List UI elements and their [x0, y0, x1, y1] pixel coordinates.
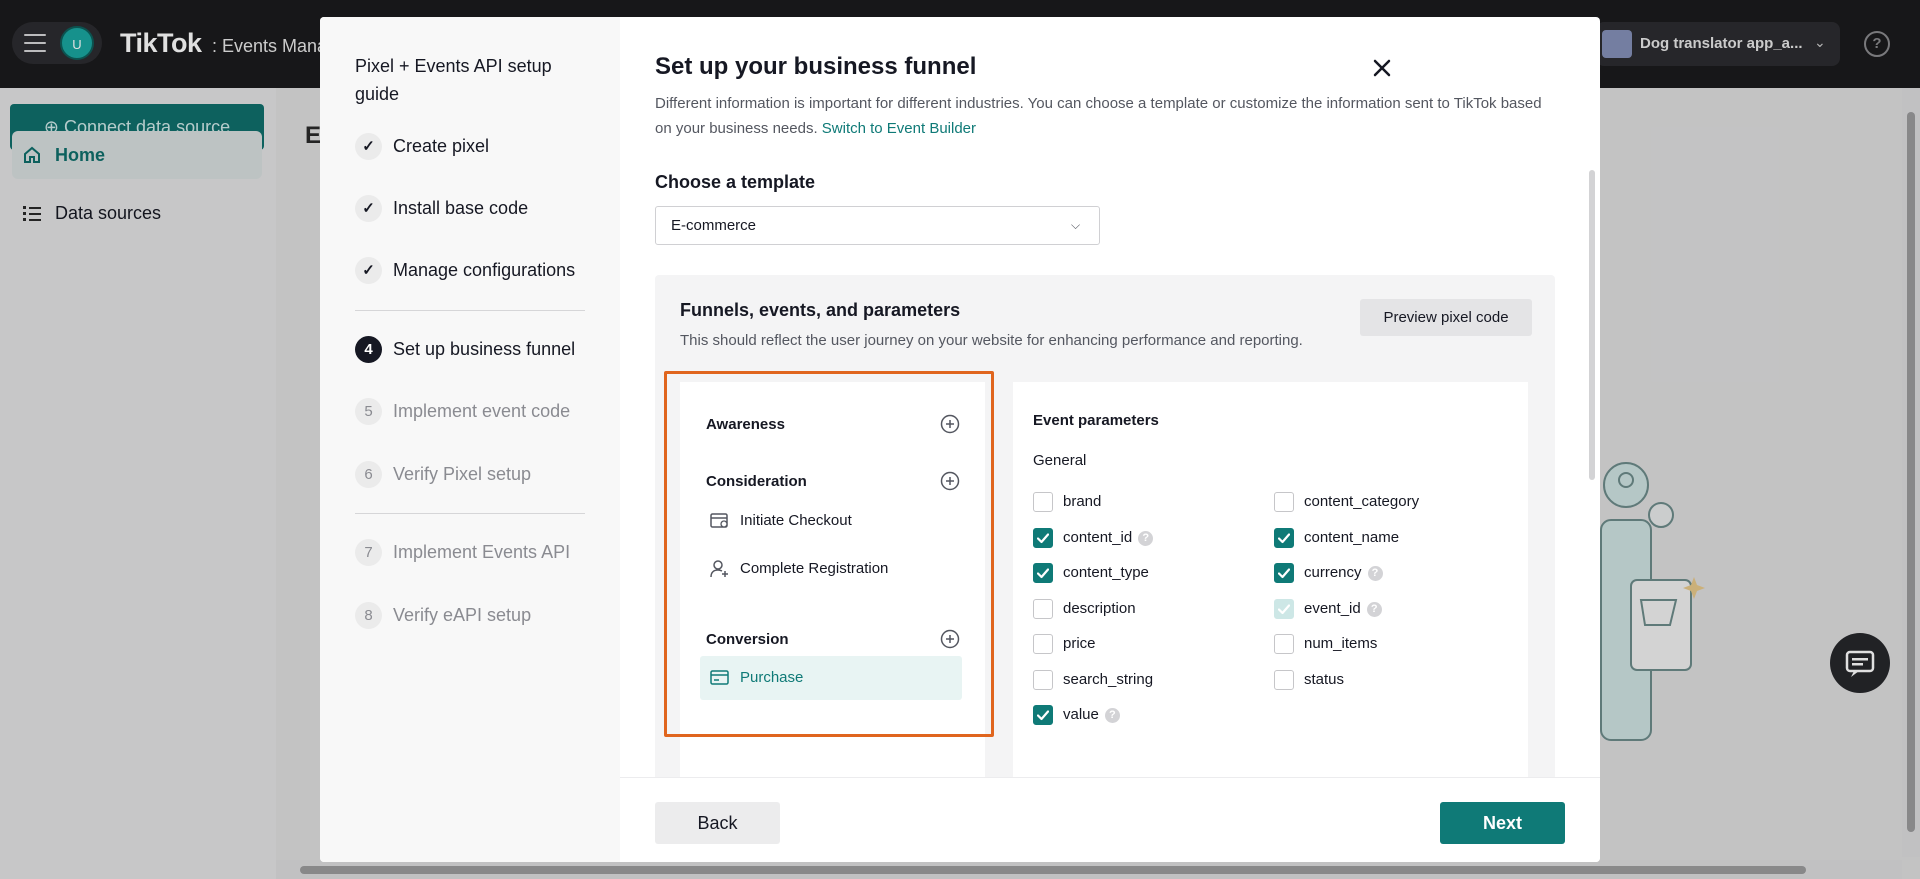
checkbox[interactable] [1033, 705, 1053, 725]
event-parameters-panel: Event parameters General brand content_ca… [1013, 382, 1528, 777]
param-brand[interactable]: brand [1033, 491, 1101, 513]
close-icon[interactable] [1367, 53, 1397, 83]
guide-title: Pixel + Events API setup guide [355, 56, 552, 104]
param-event-id[interactable]: event_id? [1274, 598, 1382, 620]
parameter-group-general: General [1033, 452, 1087, 469]
choose-template-label: Choose a template [655, 172, 816, 192]
step-implement-event-code: 5 Implement event code [355, 395, 570, 427]
help-icon[interactable]: ? [1366, 602, 1382, 617]
page-title: Set up your business funnel [655, 53, 977, 80]
step-create-pixel: ✓ Create pixel [355, 130, 489, 162]
template-select-value: E-commerce [671, 217, 757, 234]
param-content-type[interactable]: content_type [1033, 562, 1149, 584]
checkbox[interactable] [1033, 670, 1053, 690]
step-label: Manage configurations [393, 260, 576, 280]
checkbox[interactable] [1274, 528, 1294, 548]
help-icon[interactable]: ? [1104, 708, 1120, 723]
step-manage-configurations: ✓ Manage configurations [355, 254, 575, 286]
event-parameters-title: Event parameters [1033, 412, 1159, 429]
checkbox[interactable] [1274, 634, 1294, 654]
setup-guide-sidebar: Pixel + Events API setup guide ✓ Create … [320, 17, 620, 862]
setup-guide-modal: Pixel + Events API setup guide ✓ Create … [320, 17, 1600, 862]
param-label: currency [1304, 564, 1362, 581]
modal-footer: Back Next [620, 777, 1600, 862]
step-number: 4 [355, 336, 382, 363]
check-icon: ✓ [355, 257, 382, 284]
param-label: value [1063, 706, 1099, 723]
step-label: Set up business funnel [393, 339, 576, 359]
check-icon: ✓ [355, 195, 382, 222]
param-label: description [1063, 600, 1136, 617]
panel-description: This should reflect the user journey on … [680, 332, 1303, 349]
param-label: num_items [1304, 635, 1378, 652]
checkbox[interactable] [1033, 528, 1053, 548]
step-number: 6 [355, 461, 382, 488]
param-label: content_type [1063, 564, 1149, 581]
step-label: Install base code [393, 198, 529, 218]
param-label: content_category [1304, 493, 1420, 510]
step-install-base-code: ✓ Install base code [355, 192, 528, 224]
param-description[interactable]: description [1033, 598, 1136, 620]
checkbox[interactable] [1033, 634, 1053, 654]
param-currency[interactable]: currency? [1274, 562, 1383, 584]
next-button[interactable]: Next [1440, 802, 1565, 844]
param-status[interactable]: status [1274, 669, 1344, 691]
highlight-box [664, 371, 994, 737]
checkbox[interactable] [1274, 563, 1294, 583]
param-label: brand [1063, 493, 1102, 510]
step-label: Verify eAPI setup [393, 605, 532, 625]
param-label: content_id [1063, 529, 1133, 546]
checkbox[interactable] [1033, 492, 1053, 512]
param-price[interactable]: price [1033, 633, 1096, 655]
param-content-name[interactable]: content_name [1274, 527, 1399, 549]
chevron-down-icon: ⌵ [1071, 218, 1081, 232]
param-content-category[interactable]: content_category [1274, 491, 1419, 513]
preview-pixel-code-button[interactable]: Preview pixel code [1360, 299, 1532, 336]
step-number: 5 [355, 398, 382, 425]
param-label: search_string [1063, 671, 1154, 688]
param-label: price [1063, 635, 1096, 652]
divider [355, 310, 585, 311]
param-search-string[interactable]: search_string [1033, 669, 1153, 691]
checkbox[interactable] [1274, 492, 1294, 512]
panel-title: Funnels, events, and parameters [680, 300, 961, 320]
param-label: content_name [1304, 529, 1400, 546]
funnel-panel: Funnels, events, and parameters This sho… [655, 275, 1555, 777]
intro-text: Different information is important for d… [655, 91, 1555, 141]
checkbox[interactable] [1274, 670, 1294, 690]
divider [355, 513, 585, 514]
step-verify-pixel-setup: 6 Verify Pixel setup [355, 458, 531, 490]
check-icon: ✓ [355, 133, 382, 160]
step-number: 7 [355, 539, 382, 566]
param-label: status [1304, 671, 1345, 688]
back-button[interactable]: Back [655, 802, 780, 844]
param-label: event_id [1304, 600, 1361, 617]
help-icon[interactable]: ? [1367, 566, 1383, 581]
step-verify-eapi-setup: 8 Verify eAPI setup [355, 599, 531, 631]
param-content-id[interactable]: content_id? [1033, 527, 1154, 549]
intro-description: Different information is important for d… [655, 95, 1542, 137]
step-label: Implement Events API [393, 542, 571, 562]
checkbox [1274, 599, 1294, 619]
switch-to-event-builder-link[interactable]: Switch to Event Builder [822, 120, 976, 137]
modal-scrollbar[interactable] [1589, 170, 1595, 480]
checkbox[interactable] [1033, 563, 1053, 583]
step-label: Implement event code [393, 401, 571, 421]
checkbox[interactable] [1033, 599, 1053, 619]
param-value[interactable]: value? [1033, 704, 1120, 726]
param-num-items[interactable]: num_items [1274, 633, 1377, 655]
step-label: Verify Pixel setup [393, 464, 532, 484]
step-number: 8 [355, 602, 382, 629]
help-icon[interactable]: ? [1138, 531, 1154, 546]
step-set-up-business-funnel: 4 Set up business funnel [355, 333, 575, 365]
step-implement-events-api: 7 Implement Events API [355, 536, 570, 568]
step-label: Create pixel [393, 136, 490, 156]
modal-content: Set up your business funnel Different in… [620, 17, 1600, 777]
template-select[interactable]: E-commerce ⌵ [655, 206, 1100, 245]
